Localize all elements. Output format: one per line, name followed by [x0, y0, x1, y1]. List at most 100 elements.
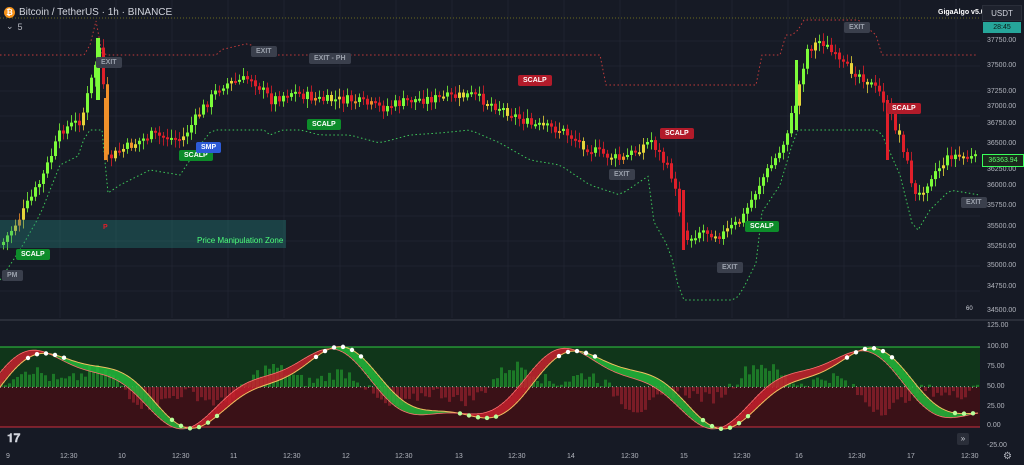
histogram-bar [404, 387, 407, 399]
candle-body [750, 199, 753, 208]
tradingview-logo-icon[interactable]: 𝟏𝟕 [7, 431, 20, 446]
histogram-bar [632, 387, 635, 413]
exit-signal[interactable]: EXIT [717, 262, 743, 273]
scalp-signal[interactable]: SCALP [16, 249, 50, 260]
candle-body [582, 140, 585, 150]
candle-body [834, 52, 837, 55]
histogram-bar [32, 373, 35, 387]
price-tick-label: 35250.00 [987, 243, 1017, 250]
histogram-bar [816, 377, 819, 387]
candle-body [66, 126, 69, 134]
extreme-dot [340, 344, 346, 350]
candle-body [162, 135, 165, 138]
histogram-bar [872, 387, 875, 412]
price-chart[interactable] [0, 0, 980, 318]
candle-body [634, 150, 637, 153]
extreme-dot [862, 346, 868, 352]
pane-divider[interactable] [0, 319, 1024, 321]
extreme-dot [493, 414, 499, 419]
candle-body [158, 132, 161, 136]
candle-body [462, 92, 465, 98]
candle-body [730, 224, 733, 229]
candle-body [174, 137, 177, 140]
candle-body [146, 138, 149, 141]
exit-signal[interactable]: EXIT [609, 169, 635, 180]
scalp-signal[interactable]: SCALP [745, 221, 779, 232]
histogram-bar [188, 387, 191, 388]
symbol-label: Bitcoin / TetherUS · 1h · BINANCE [19, 6, 173, 18]
exit-signal[interactable]: EXIT [844, 22, 870, 33]
candle-body [270, 93, 273, 105]
candle-body [234, 80, 237, 83]
candle-body [374, 101, 377, 104]
price-tick-label: 35000.00 [987, 262, 1017, 269]
scalp-signal[interactable]: SCALP [660, 128, 694, 139]
gear-icon[interactable]: ⚙ [1003, 451, 1012, 462]
exit-signal[interactable]: EXIT [96, 57, 122, 68]
candle-body [438, 95, 441, 98]
indicator-badge[interactable]: GigaAlgo v5.0 [938, 9, 985, 16]
histogram-bar [408, 387, 411, 399]
candle-body [178, 138, 181, 141]
pm-signal[interactable]: PM [2, 270, 23, 281]
indicator-toggle[interactable]: ⌄ 5 [6, 21, 23, 32]
histogram-bar [312, 382, 315, 387]
candle-body [898, 130, 901, 135]
candle-body [214, 90, 217, 95]
candle-body [910, 160, 913, 184]
candle-body [238, 79, 241, 82]
candle-body [554, 126, 557, 133]
smp-signal[interactable]: SMP [196, 142, 222, 153]
candle-body [542, 122, 545, 126]
histogram-bar [124, 387, 127, 390]
exit-signal[interactable]: EXIT [251, 46, 277, 57]
histogram-bar [792, 383, 795, 387]
histogram-bar [48, 381, 51, 387]
scalp-signal[interactable]: SCALP [887, 103, 921, 114]
exit-signal[interactable]: EXIT [961, 197, 987, 208]
histogram-bar [560, 384, 563, 387]
candle-body [638, 152, 641, 155]
exit-tp-signal[interactable]: EXIT - PH [309, 53, 351, 64]
histogram-bar [512, 370, 515, 387]
candle-body [370, 101, 373, 105]
candle-body [502, 108, 505, 111]
go-to-realtime-icon[interactable]: » [957, 433, 969, 445]
candle-body [478, 93, 481, 96]
candle-body [966, 156, 969, 159]
extreme-dot [205, 420, 211, 425]
symbol-title[interactable]: ₿ Bitcoin / TetherUS · 1h · BINANCE [4, 4, 172, 20]
time-axis[interactable]: 9 12:30 10 12:30 11 12:30 12 12:30 13 12:30 14 12:3… [0, 449, 980, 465]
scalp-signal[interactable]: SCALP [518, 75, 552, 86]
candle-body [722, 231, 725, 240]
histogram-bar [476, 387, 479, 393]
oscillator-pane[interactable] [0, 321, 980, 449]
chevron-down-icon[interactable]: ⌄ [6, 21, 14, 32]
histogram-bar [296, 375, 299, 387]
candle-body [90, 77, 93, 94]
bar-countdown: 28:45 [983, 22, 1021, 33]
candle-body [366, 98, 369, 105]
candle-body [830, 44, 833, 53]
histogram-bar [52, 373, 55, 387]
candle-body [774, 158, 777, 166]
histogram-bar [708, 387, 711, 394]
histogram-bar [556, 385, 559, 387]
scalp-signal[interactable]: SCALP [307, 119, 341, 130]
candle-body [706, 230, 709, 234]
candle-body [122, 148, 125, 152]
histogram-bar [896, 387, 899, 400]
candle-body [510, 115, 513, 118]
histogram-bar [624, 387, 627, 410]
extreme-dot [700, 417, 706, 423]
candle-body [566, 128, 569, 136]
candle-body [362, 97, 365, 100]
extreme-dot [583, 350, 589, 356]
candle-body [126, 142, 129, 149]
candle-body [166, 137, 169, 140]
currency-button[interactable]: USDT [982, 5, 1022, 21]
candle-body [294, 91, 297, 94]
candle-body [758, 185, 761, 195]
candle-body [82, 112, 85, 126]
oscillator-tick-label: 125.00 [987, 322, 1009, 329]
